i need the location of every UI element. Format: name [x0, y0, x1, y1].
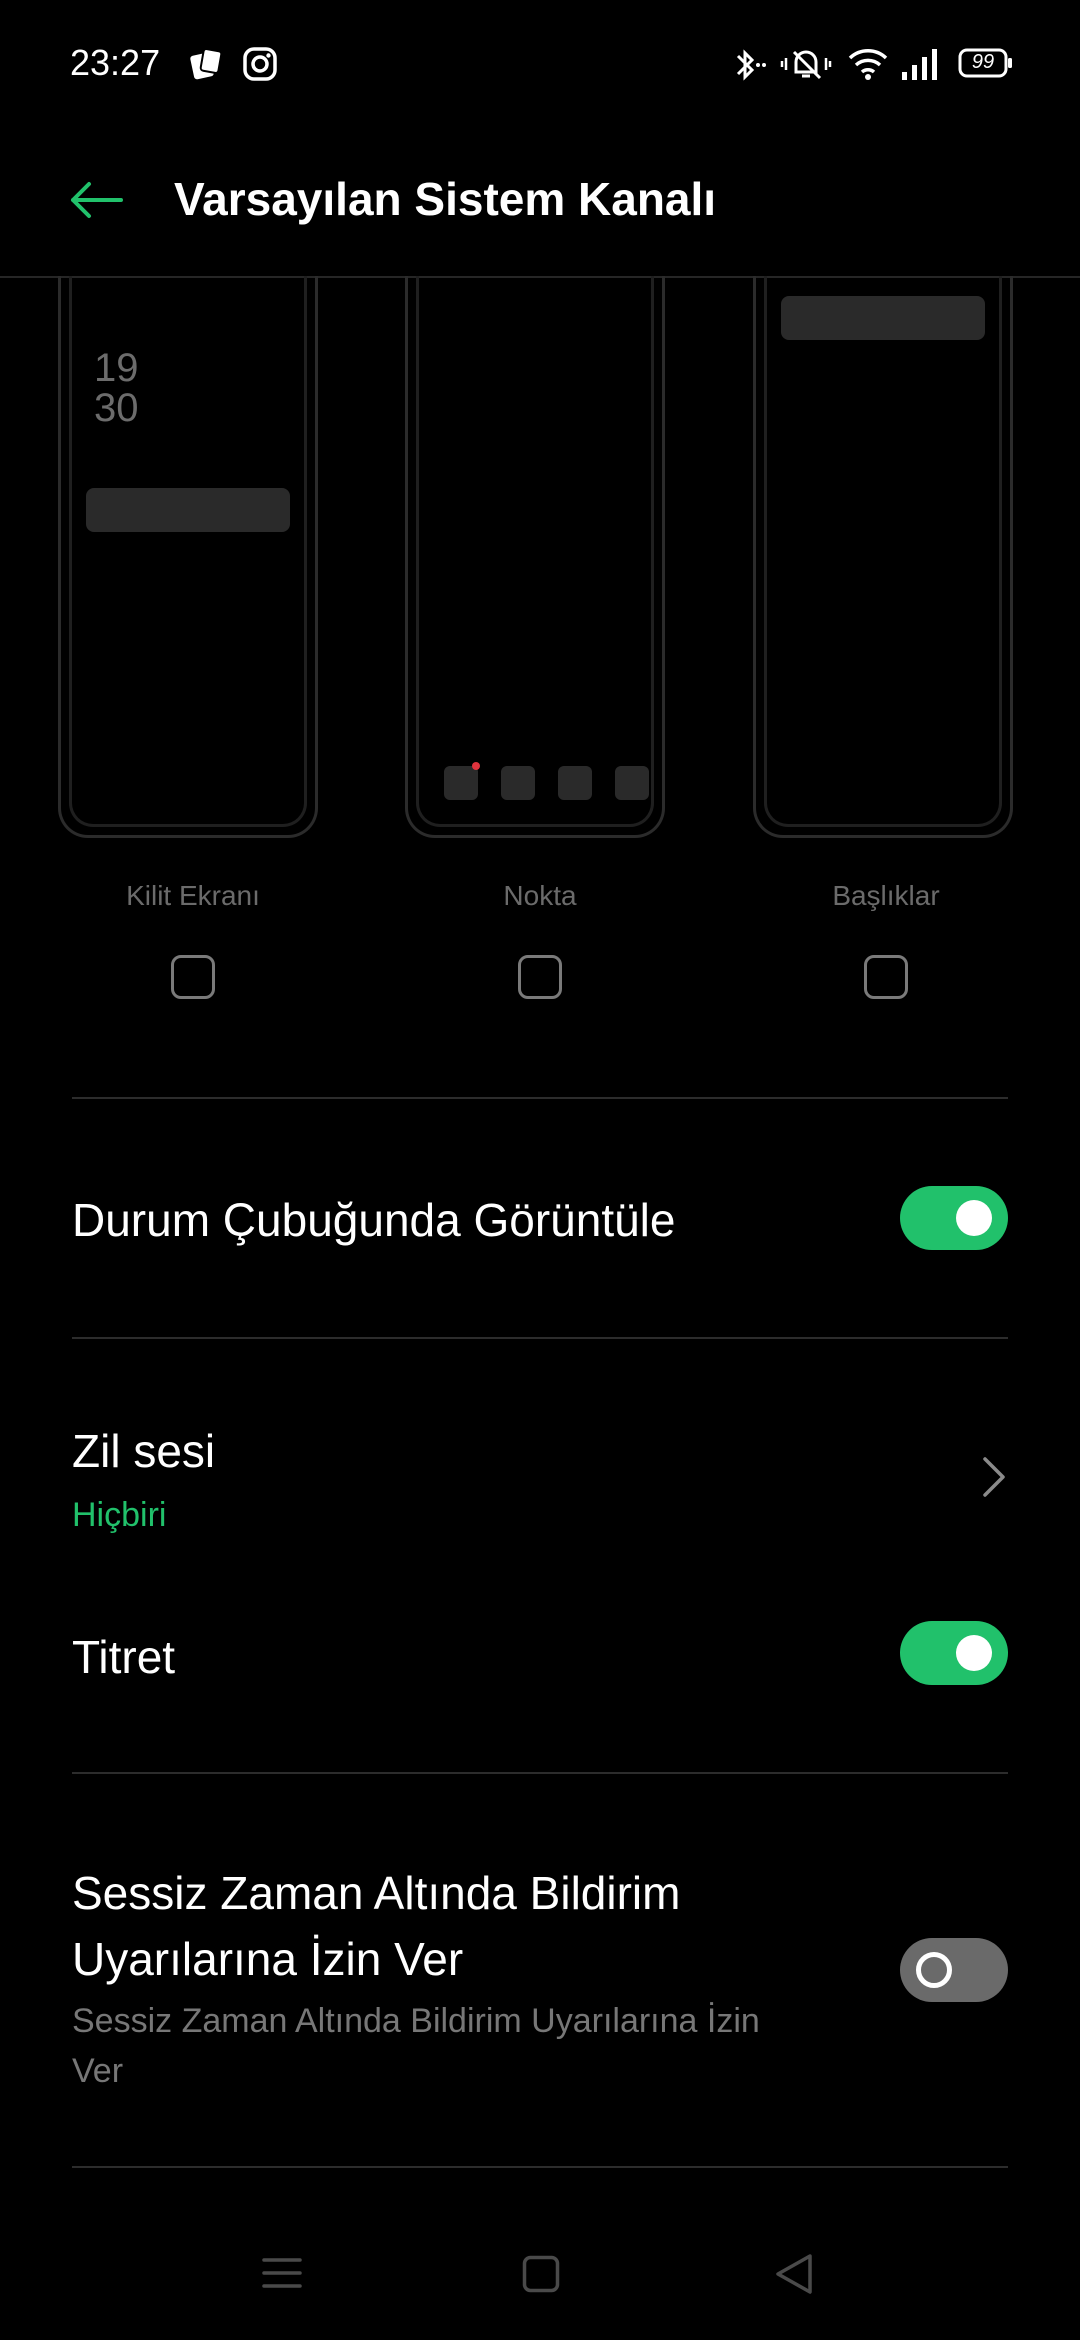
ringtone-label: Zil sesi: [72, 1425, 216, 1477]
chevron-right-icon: [982, 1456, 1006, 1503]
preview-app-icon: [615, 766, 649, 800]
quiet-time-toggle[interactable]: [900, 1938, 1008, 2002]
battery-icon: 99: [958, 48, 1014, 78]
battery-level: 99: [971, 51, 995, 73]
status-time: 23:27: [70, 42, 161, 83]
preview-app-icon: [558, 766, 592, 800]
wifi-icon: [846, 46, 890, 87]
preview-clock-minute: 30: [94, 386, 139, 430]
section-divider: [72, 1337, 1008, 1339]
preview-app-icon: [444, 766, 478, 800]
status-bar-display-toggle[interactable]: [900, 1186, 1008, 1250]
notification-dot: [472, 762, 480, 770]
section-divider: [72, 1772, 1008, 1774]
preview-banner: [781, 296, 985, 340]
menu-icon[interactable]: [262, 2256, 302, 2295]
preview-label-banners: Başlıklar: [832, 880, 940, 911]
back-button[interactable]: [60, 175, 130, 225]
quiet-time-label-line1: Sessiz Zaman Altında Bildirim: [72, 1867, 681, 1919]
status-bar-display-label: Durum Çubuğunda Görüntüle: [72, 1194, 676, 1246]
preview-app-icon: [501, 766, 535, 800]
game-app-icon: [188, 46, 224, 87]
dot-checkbox[interactable]: [518, 955, 562, 999]
banners-preview[interactable]: [753, 276, 1013, 838]
page-title: Varsayılan Sistem Kanalı: [174, 173, 717, 225]
arrow-left-icon: [71, 182, 123, 218]
lock-screen-preview[interactable]: 19 30: [58, 276, 318, 838]
quiet-time-description-line2: Ver: [72, 2052, 124, 2090]
bluetooth-icon: [728, 48, 768, 87]
preview-label-dot: Nokta: [503, 880, 577, 911]
preview-clock-hour: 19: [94, 346, 139, 390]
quiet-time-description-line1: Sessiz Zaman Altında Bildirim Uyarıların…: [72, 2002, 760, 2040]
banners-checkbox[interactable]: [864, 955, 908, 999]
vibrate-label: Titret: [72, 1631, 176, 1683]
vibrate-silent-icon: [780, 46, 832, 87]
section-divider: [72, 1097, 1008, 1099]
lock-screen-checkbox[interactable]: [171, 955, 215, 999]
back-triangle-icon[interactable]: [774, 2252, 814, 2301]
home-icon[interactable]: [522, 2255, 560, 2298]
dot-preview[interactable]: [405, 276, 665, 838]
instagram-icon: [242, 46, 278, 87]
preview-notification-bar: [86, 488, 290, 532]
ringtone-value: Hiçbiri: [72, 1496, 167, 1534]
quiet-time-label-line2: Uyarılarına İzin Ver: [72, 1933, 464, 1985]
preview-label-lock-screen: Kilit Ekranı: [126, 880, 260, 911]
vibrate-toggle[interactable]: [900, 1621, 1008, 1685]
section-divider: [72, 2166, 1008, 2168]
signal-icon: [900, 46, 940, 87]
